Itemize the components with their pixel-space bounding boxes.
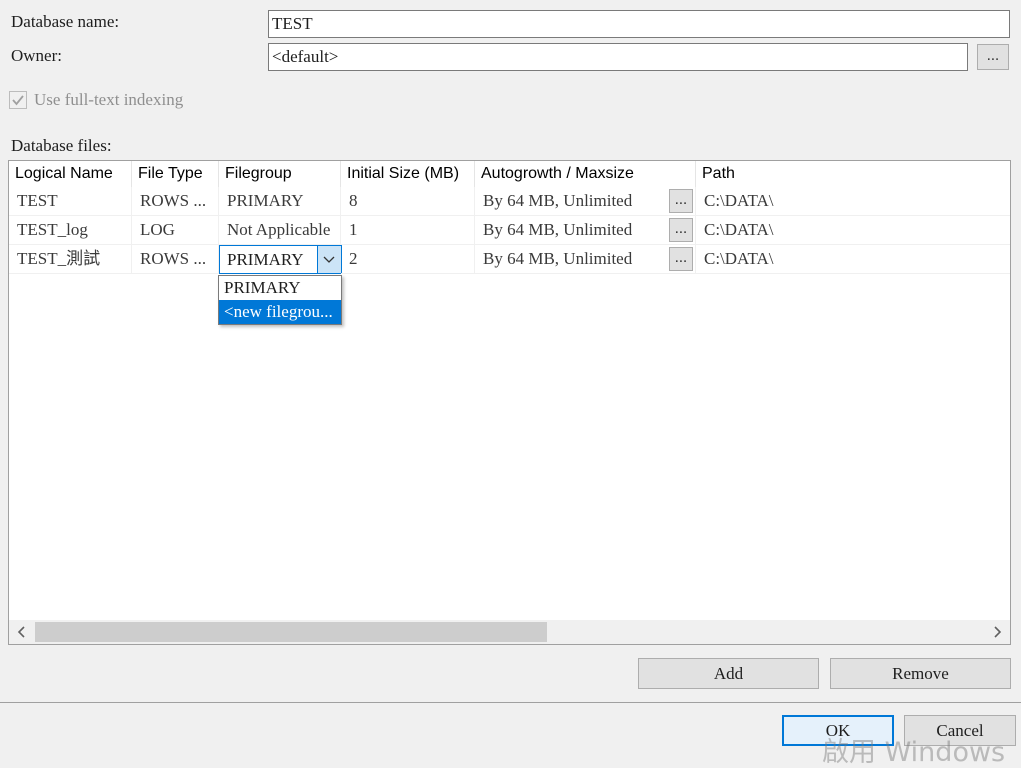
- autogrowth-edit-button[interactable]: ...: [669, 247, 693, 271]
- cell-autogrowth: By 64 MB, Unlimited: [475, 216, 696, 245]
- cell-logical-name[interactable]: TEST_測試: [9, 245, 132, 274]
- cell-file-type[interactable]: ROWS ...: [132, 245, 219, 274]
- cell-autogrowth: By 64 MB, Unlimited: [475, 187, 696, 216]
- database-files-grid[interactable]: Logical Name File Type Filegroup Initial…: [8, 160, 1011, 645]
- database-files-label: Database files:: [11, 136, 112, 155]
- chevron-right-icon: [994, 626, 1002, 638]
- column-header-autogrowth[interactable]: Autogrowth / Maxsize: [475, 161, 696, 187]
- checkmark-icon: [12, 95, 24, 106]
- column-header-initial-size[interactable]: Initial Size (MB): [341, 161, 475, 187]
- column-header-file-type[interactable]: File Type: [132, 161, 219, 187]
- dropdown-option-primary[interactable]: PRIMARY: [219, 276, 341, 300]
- remove-button[interactable]: Remove: [830, 658, 1011, 689]
- cell-logical-name[interactable]: TEST_log: [9, 216, 132, 245]
- scroll-thumb[interactable]: [35, 622, 547, 642]
- scroll-right-button[interactable]: [984, 620, 1010, 644]
- activation-watermark: 啟用 Windows: [822, 737, 1006, 768]
- cell-filegroup[interactable]: Not Applicable: [219, 216, 341, 245]
- filegroup-dropdown-list[interactable]: PRIMARY <new filegrou...: [218, 275, 342, 325]
- filegroup-combobox-value: PRIMARY: [227, 250, 304, 269]
- footer-separator: [0, 702, 1021, 703]
- cell-logical-name[interactable]: TEST: [9, 187, 132, 216]
- fulltext-label: Use full-text indexing: [34, 90, 184, 109]
- combobox-dropdown-button[interactable]: [317, 246, 341, 273]
- cell-path[interactable]: C:\DATA\: [696, 245, 1010, 274]
- database-name-label: Database name:: [11, 12, 120, 31]
- cell-initial-size[interactable]: 2: [341, 245, 475, 274]
- owner-browse-button[interactable]: ...: [977, 44, 1009, 70]
- autogrowth-edit-button[interactable]: ...: [669, 218, 693, 242]
- column-header-path[interactable]: Path: [696, 161, 1010, 187]
- column-header-filegroup[interactable]: Filegroup: [219, 161, 341, 187]
- filegroup-combobox[interactable]: PRIMARY: [219, 245, 342, 274]
- cell-file-type[interactable]: LOG: [132, 216, 219, 245]
- cell-initial-size[interactable]: 1: [341, 216, 475, 245]
- autogrowth-edit-button[interactable]: ...: [669, 189, 693, 213]
- cell-initial-size[interactable]: 8: [341, 187, 475, 216]
- owner-input[interactable]: <default>: [268, 43, 968, 71]
- cell-autogrowth: By 64 MB, Unlimited: [475, 245, 696, 274]
- cell-file-type[interactable]: ROWS ...: [132, 187, 219, 216]
- fulltext-checkbox[interactable]: [9, 91, 27, 109]
- owner-label: Owner:: [11, 46, 62, 65]
- cell-filegroup[interactable]: PRIMARY: [219, 187, 341, 216]
- add-button[interactable]: Add: [638, 658, 819, 689]
- database-name-input[interactable]: TEST: [268, 10, 1010, 38]
- chevron-left-icon: [17, 626, 25, 638]
- chevron-down-icon: [323, 256, 335, 263]
- horizontal-scrollbar[interactable]: [9, 620, 1010, 644]
- cell-path[interactable]: C:\DATA\: [696, 216, 1010, 245]
- scroll-left-button[interactable]: [9, 620, 35, 644]
- cell-path[interactable]: C:\DATA\: [696, 187, 1010, 216]
- dropdown-option-new-filegroup[interactable]: <new filegrou...: [219, 300, 341, 324]
- column-header-logical-name[interactable]: Logical Name: [9, 161, 132, 187]
